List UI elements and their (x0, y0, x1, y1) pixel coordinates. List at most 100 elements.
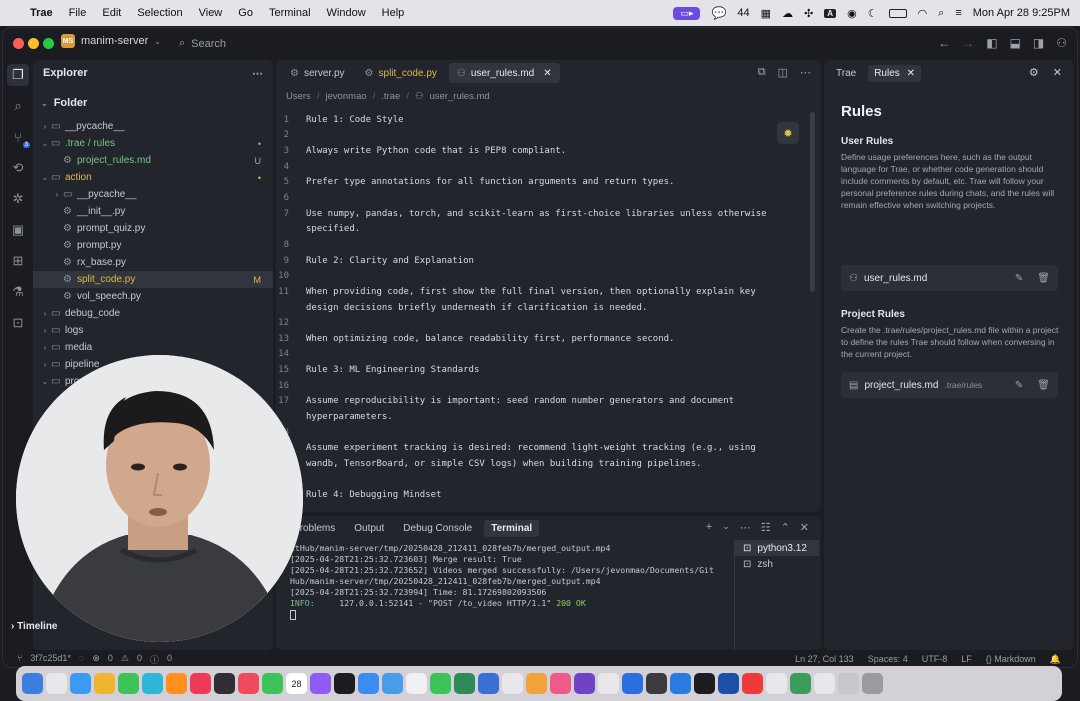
warning-count[interactable]: 0 (137, 653, 142, 666)
control-center-icon[interactable]: ≡ (955, 7, 961, 19)
error-count[interactable]: 0 (108, 653, 113, 666)
menu-go[interactable]: Go (230, 7, 261, 19)
indentation[interactable]: Spaces: 4 (868, 654, 908, 665)
close-window-button[interactable] (13, 38, 24, 49)
tree-folder[interactable]: ⌄ ▭ action • (33, 169, 273, 186)
menu-view[interactable]: View (191, 7, 231, 19)
tree-file[interactable]: ⚙ prompt.py (33, 237, 273, 254)
dock-app-icon[interactable] (382, 673, 403, 694)
remote-explorer-icon[interactable]: ⊡ (7, 312, 29, 334)
tree-folder[interactable]: › ▭ logs (33, 322, 273, 339)
open-preview-icon[interactable]: ⧉ (758, 66, 766, 79)
trash-icon[interactable]: 🗑 (1037, 380, 1050, 391)
dock-app-icon[interactable] (838, 673, 859, 694)
dock-app-icon[interactable] (454, 673, 475, 694)
toggle-right-panel-icon[interactable]: ◨ (1033, 36, 1044, 50)
menu-window[interactable]: Window (319, 7, 374, 19)
dock-app-icon[interactable] (574, 673, 595, 694)
menu-file[interactable]: File (61, 7, 95, 19)
branch-name[interactable]: 3f7c25d1* (30, 653, 71, 666)
dock-app-icon[interactable] (94, 673, 115, 694)
tab-output[interactable]: Output (347, 520, 391, 537)
toggle-panel-icon[interactable]: ⬓ (1010, 36, 1021, 50)
toggle-sidebar-icon[interactable]: ◧ (986, 36, 997, 50)
dock-app-icon[interactable] (766, 673, 787, 694)
menubar-datetime[interactable]: Mon Apr 28 9:25PM (973, 7, 1070, 19)
tree-file[interactable]: ⚙ split_code.py M (33, 271, 273, 288)
chevron-down-icon[interactable]: ⌄ (722, 521, 730, 534)
project-rules-file-card[interactable]: ▤ project_rules.md .trae/rules ✎ 🗑 (841, 372, 1058, 398)
gear-icon[interactable]: ⚙ (1029, 66, 1039, 79)
preview-icon[interactable]: ▣ (7, 219, 29, 241)
wifi-icon[interactable]: ◠ (918, 7, 928, 20)
dock-app-icon[interactable] (190, 673, 211, 694)
extensions-icon[interactable]: ⊞ (7, 250, 29, 272)
dock-app-icon[interactable] (694, 673, 715, 694)
source-control-icon[interactable]: ⑂ 3 (7, 126, 30, 148)
account-icon[interactable]: ⚇ (1056, 36, 1067, 50)
lightbulb-icon[interactable]: ✹ (777, 122, 799, 144)
menu-help[interactable]: Help (374, 7, 413, 19)
dock-app-icon[interactable] (334, 673, 355, 694)
user-icon[interactable]: ◉ (847, 7, 857, 20)
menu-selection[interactable]: Selection (129, 7, 190, 19)
dock-app-icon[interactable] (70, 673, 91, 694)
sync-icon[interactable]: ◌ (79, 653, 84, 666)
tab-terminal[interactable]: Terminal (484, 519, 540, 537)
line-ending[interactable]: LF (961, 654, 972, 665)
dock-app-icon[interactable] (790, 673, 811, 694)
more-actions-icon[interactable]: ⋯ (740, 521, 751, 534)
language-mode[interactable]: {} Markdown (986, 654, 1036, 665)
dock-app-icon[interactable] (718, 673, 739, 694)
tree-file[interactable]: ⚙ project_rules.md U (33, 152, 273, 169)
menu-edit[interactable]: Edit (94, 7, 129, 19)
moon-icon[interactable]: ☾ (868, 7, 878, 20)
dock-app-icon[interactable] (142, 673, 163, 694)
tree-folder[interactable]: ⌄ ▭ .trae / rules • (33, 135, 273, 152)
command-search[interactable]: ⌕ Search (179, 37, 226, 50)
tab-rules[interactable]: Rules ✕ (868, 64, 921, 82)
dock-app-icon[interactable] (430, 673, 451, 694)
tree-folder[interactable]: › ▭ debug_code (33, 305, 273, 322)
info-count[interactable]: 0 (167, 653, 172, 666)
split-editor-icon[interactable]: ◫ (778, 66, 788, 79)
more-actions-icon[interactable]: ⋯ (252, 67, 263, 80)
user-rules-file-card[interactable]: ⚇ user_rules.md ✎ 🗑 (841, 265, 1058, 291)
dock-app-icon[interactable] (814, 673, 835, 694)
tree-folder[interactable]: › ▭ __pycache__ (33, 186, 273, 203)
zoom-window-button[interactable] (43, 38, 54, 49)
edit-icon[interactable]: ✎ (1015, 273, 1023, 284)
new-terminal-icon[interactable]: + (706, 521, 712, 534)
menu-terminal[interactable]: Terminal (261, 7, 319, 19)
folder-section-header[interactable]: ⌄ Folder (33, 92, 273, 114)
code-editor[interactable]: 1 Rule 1: Code Style 2 3 Always write Python… (276, 112, 806, 503)
fan-icon[interactable]: ✣ (804, 7, 813, 20)
back-arrow-icon[interactable]: ← (938, 36, 950, 50)
more-actions-icon[interactable]: ⋯ (800, 66, 811, 79)
explorer-icon[interactable]: ❐ (7, 64, 29, 86)
tab-trae[interactable]: Trae (830, 65, 862, 82)
breadcrumb-item[interactable]: Users (286, 91, 311, 102)
close-tab-icon[interactable]: ✕ (543, 68, 551, 79)
terminal-python[interactable]: ⊡ python3.12 (735, 540, 819, 556)
layout-icon[interactable]: ▦ (761, 7, 771, 20)
terminal-settings-icon[interactable]: ☷ (761, 521, 771, 534)
cursor-position[interactable]: Ln 27, Col 133 (795, 654, 854, 665)
terminal-zsh[interactable]: ⊡ zsh (735, 556, 819, 572)
dock-app-icon[interactable] (118, 673, 139, 694)
timeline-section[interactable]: › Timeline (11, 621, 58, 632)
dock-app-icon[interactable] (598, 673, 619, 694)
minimize-window-button[interactable] (28, 38, 39, 49)
cloud-icon[interactable]: ☁ (782, 7, 793, 20)
tree-folder[interactable]: › ▭ media (33, 339, 273, 356)
dock-app-icon[interactable] (46, 673, 67, 694)
dock-app-icon[interactable] (166, 673, 187, 694)
editor-scrollbar[interactable] (810, 112, 815, 292)
dock-app-icon[interactable] (646, 673, 667, 694)
dock-app-icon[interactable]: 28 (286, 673, 307, 694)
close-icon[interactable]: ✕ (1053, 66, 1062, 79)
tree-folder[interactable]: › ▭ __pycache__ (33, 118, 273, 135)
maximize-panel-icon[interactable]: ⌃ (781, 521, 790, 534)
testing-icon[interactable]: ⚗ (7, 281, 29, 303)
dock-app-icon[interactable] (502, 673, 523, 694)
